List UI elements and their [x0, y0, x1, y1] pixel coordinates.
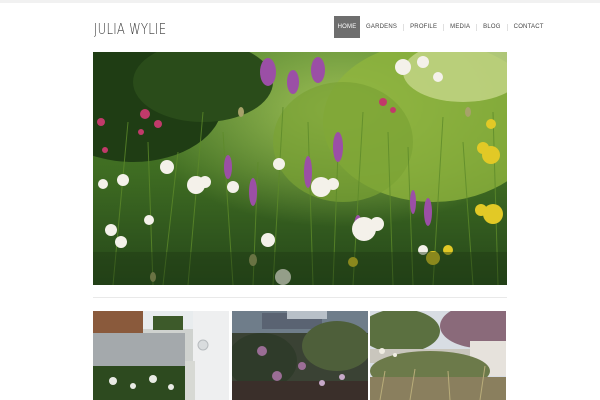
nav-item-profile[interactable]: PROFILE	[404, 16, 443, 38]
gallery-thumbnail-2[interactable]	[232, 311, 368, 400]
hero-slideshow-image[interactable]	[93, 52, 507, 285]
nav-item-home[interactable]: HOME	[334, 16, 360, 38]
nav-item-media[interactable]: MEDIA	[444, 16, 476, 38]
main-nav: HOME GARDENS PROFILE MEDIA BLOG CONTACT	[334, 16, 550, 38]
section-divider	[93, 297, 507, 298]
gallery-thumbnail-1[interactable]	[93, 311, 229, 400]
gallery-thumbnail-3[interactable]	[370, 311, 506, 400]
gallery-thumbnails	[93, 311, 507, 400]
nav-item-gardens[interactable]: GARDENS	[360, 16, 403, 38]
nav-item-blog[interactable]: BLOG	[477, 16, 506, 38]
nav-item-contact[interactable]: CONTACT	[508, 16, 550, 38]
site-header: JULIA WYLIE HOME GARDENS PROFILE MEDIA B…	[0, 3, 600, 49]
site-logo[interactable]: JULIA WYLIE	[94, 20, 166, 38]
